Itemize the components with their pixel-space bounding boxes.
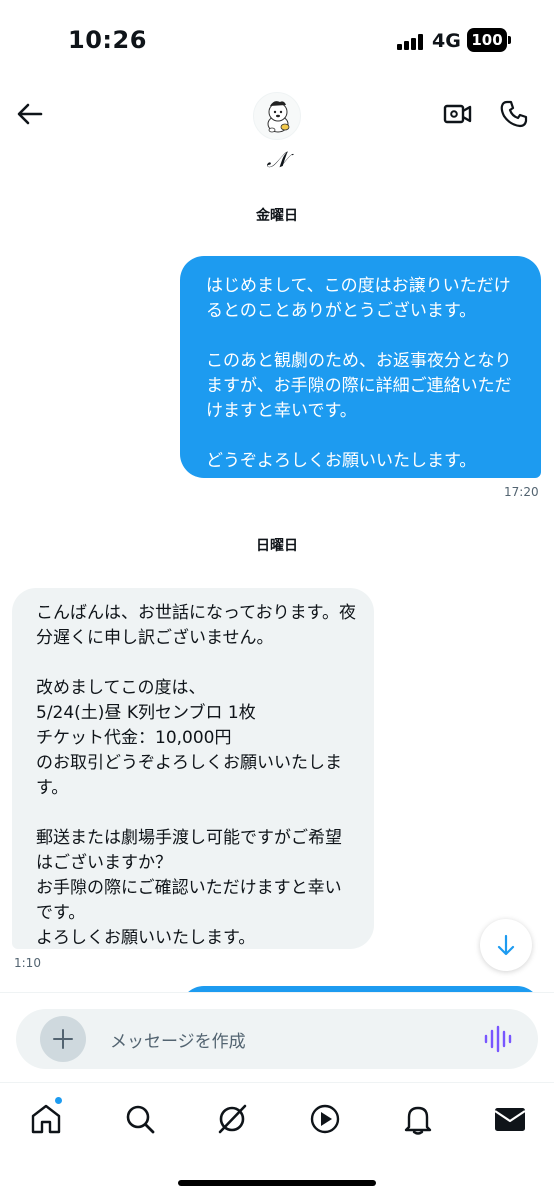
arrow-down-icon: [497, 934, 515, 956]
scroll-to-bottom-button[interactable]: [480, 919, 532, 971]
notification-dot: [54, 1096, 63, 1105]
avatar[interactable]: [253, 92, 301, 140]
phone-icon: [500, 100, 528, 128]
message-composer[interactable]: メッセージを作成: [16, 1009, 538, 1069]
status-time: 10:26: [68, 26, 147, 54]
video-play-icon: [310, 1104, 340, 1134]
outgoing-message[interactable]: はじめまして、この度はお譲りいただけるとのことありがとうございます。 このあと観…: [180, 256, 541, 478]
status-bar: 10:26 4G 100: [0, 0, 554, 88]
mail-icon: [494, 1108, 526, 1131]
message-timestamp: 1:10: [14, 956, 41, 970]
search-icon: [126, 1105, 155, 1134]
day-separator: 金曜日: [256, 208, 298, 224]
conversation-header: 𝒩: [0, 88, 554, 198]
incoming-message[interactable]: こんばんは、お世話になっております。夜分遅くに申し訳ございません。 改めましてこ…: [12, 588, 374, 949]
message-timestamp: 17:20: [504, 485, 539, 499]
contact-name[interactable]: 𝒩: [0, 148, 554, 173]
signal-icon: [397, 34, 425, 50]
grok-icon: [218, 1104, 247, 1134]
video-call-button[interactable]: [442, 98, 474, 130]
home-indicator: [178, 1180, 376, 1186]
plus-icon: [53, 1029, 73, 1049]
dog-character-icon: [267, 101, 290, 133]
day-separator: 日曜日: [256, 538, 298, 554]
tab-video[interactable]: [307, 1101, 343, 1137]
message-input[interactable]: メッセージを作成: [110, 1027, 246, 1052]
voice-message-button[interactable]: [482, 1023, 514, 1055]
back-arrow-icon: [17, 103, 43, 125]
home-icon: [31, 1104, 61, 1134]
back-button[interactable]: [14, 98, 46, 130]
phone-call-button[interactable]: [498, 98, 530, 130]
tab-home[interactable]: [28, 1101, 64, 1137]
battery-tip: [508, 36, 511, 44]
tab-notifications[interactable]: [400, 1101, 436, 1137]
video-camera-icon: [443, 104, 472, 124]
voice-wave-icon: [484, 1025, 512, 1053]
network-type: 4G: [432, 30, 461, 52]
battery-icon: 100: [467, 28, 507, 52]
tab-grok[interactable]: [214, 1101, 250, 1137]
bell-icon: [404, 1106, 432, 1135]
tab-search[interactable]: [122, 1101, 158, 1137]
composer-area: メッセージを作成: [0, 992, 554, 1082]
add-attachment-button[interactable]: [40, 1016, 86, 1062]
tab-messages[interactable]: [492, 1101, 528, 1137]
